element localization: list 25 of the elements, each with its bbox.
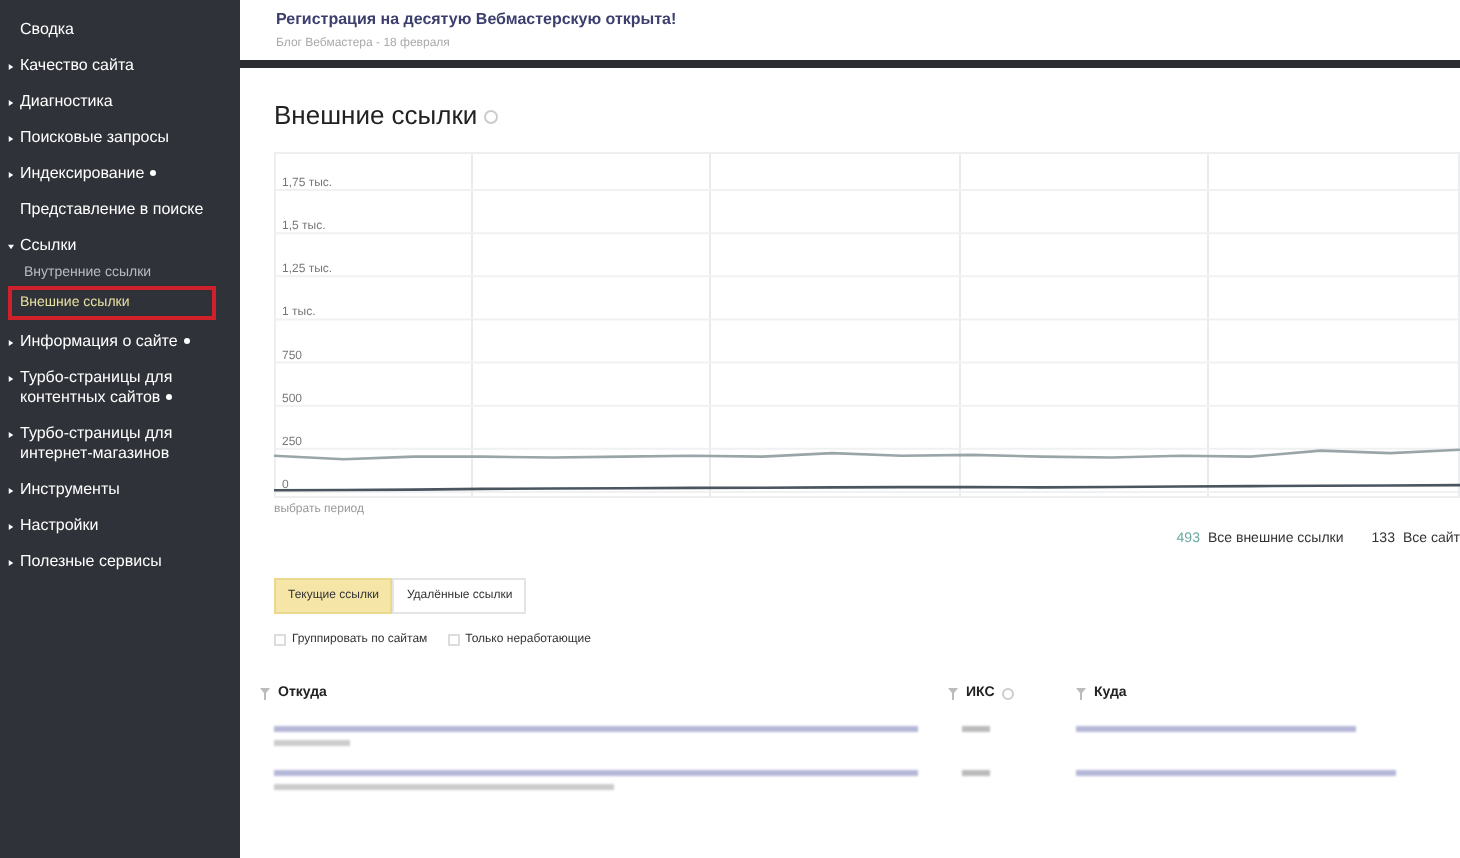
sidebar-item[interactable]: Инструменты xyxy=(0,476,240,504)
sidebar-item[interactable]: Информация о сайте xyxy=(0,328,240,356)
checkbox[interactable] xyxy=(274,634,286,646)
filter-icon[interactable] xyxy=(260,687,270,699)
blurred-text xyxy=(274,740,350,746)
info-icon[interactable] xyxy=(1002,687,1015,699)
filter-icon[interactable] xyxy=(948,687,958,699)
banner-title: Регистрация на десятую Вебмастерскую открыта! xyxy=(276,10,679,30)
checkbox[interactable] xyxy=(447,634,460,646)
blurred-value xyxy=(962,726,990,732)
page-title: Внешние ссылки xyxy=(274,100,478,132)
sidebar-item[interactable]: Диагностика xyxy=(0,88,240,116)
sidebar-item[interactable]: Индексирование xyxy=(0,160,240,188)
sidebar-item[interactable]: Представление в поиске xyxy=(0,196,240,224)
sidebar-item[interactable]: Настройки xyxy=(0,512,240,540)
filter-icon[interactable] xyxy=(1076,687,1086,699)
info-icon[interactable] xyxy=(483,109,498,123)
blurred-value xyxy=(962,770,990,776)
sidebar-item[interactable]: Качество сайта xyxy=(0,52,240,80)
sidebar-item[interactable]: Турбо-страницы для интернет-магазинов xyxy=(0,420,240,468)
sidebar-item[interactable]: Полезные сервисы xyxy=(0,548,240,576)
sidebar-item[interactable]: Поисковые запросы xyxy=(0,124,240,152)
sidebar-item[interactable]: Ссылки xyxy=(0,232,240,260)
sidebar-item[interactable]: Турбо-страницы для контентных сайтов xyxy=(0,364,240,412)
sidebar-item[interactable]: Сводка xyxy=(0,16,240,44)
